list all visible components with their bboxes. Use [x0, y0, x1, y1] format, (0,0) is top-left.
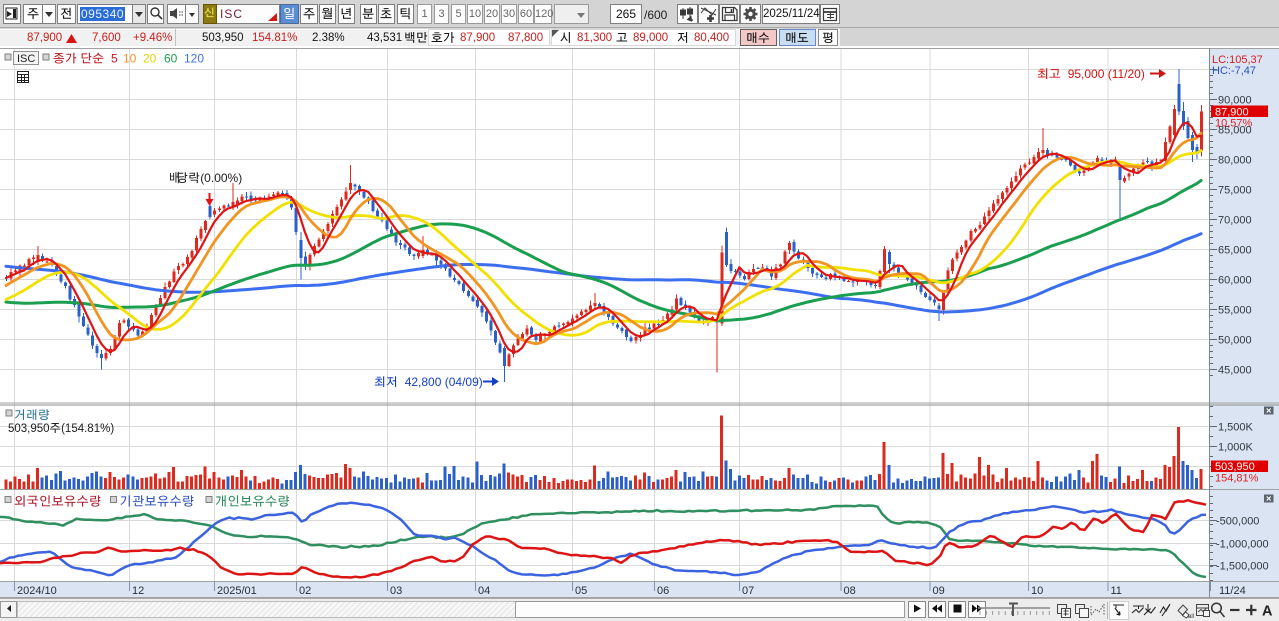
svg-text:80,000: 80,000	[1218, 155, 1252, 167]
svg-text:95,000 (11/20): 95,000 (11/20)	[1068, 67, 1145, 81]
svg-text:20: 20	[143, 52, 157, 66]
svg-text:02: 02	[299, 585, 311, 597]
svg-text:ISC: ISC	[17, 53, 35, 65]
svg-text:42,800 (04/09): 42,800 (04/09)	[405, 375, 483, 389]
svg-text:90,000: 90,000	[1218, 95, 1252, 107]
svg-text:503,950: 503,950	[8, 423, 50, 435]
svg-text:10: 10	[1031, 585, 1043, 597]
svg-text:10,57%: 10,57%	[1215, 118, 1253, 130]
svg-text:-1,500,000: -1,500,000	[1216, 561, 1269, 573]
svg-text:08: 08	[844, 585, 856, 597]
svg-text:ISC: ISC	[220, 7, 243, 21]
svg-text:45,000: 45,000	[1218, 365, 1252, 377]
svg-text:5: 5	[111, 52, 118, 66]
svg-text:06: 06	[657, 585, 669, 597]
svg-text:11/24: 11/24	[1219, 585, 1246, 597]
svg-text:05: 05	[575, 585, 587, 597]
svg-text:-500,000: -500,000	[1216, 516, 1259, 528]
svg-text:65,000: 65,000	[1218, 245, 1252, 257]
svg-text:55,000: 55,000	[1218, 305, 1252, 317]
svg-text:120: 120	[184, 52, 204, 66]
svg-text:all: all	[1188, 614, 1194, 620]
svg-text:(0.00%): (0.00%)	[200, 171, 242, 185]
svg-text:10: 10	[123, 52, 137, 66]
svg-text:154,81%: 154,81%	[1215, 473, 1259, 485]
svg-text:503,950: 503,950	[1215, 461, 1255, 473]
svg-text:60,000: 60,000	[1218, 275, 1252, 287]
svg-text:11: 11	[1111, 585, 1122, 597]
svg-text:70,000: 70,000	[1218, 215, 1252, 227]
svg-text:09: 09	[933, 585, 945, 597]
svg-text:50,000: 50,000	[1218, 335, 1252, 347]
svg-text:03: 03	[390, 585, 402, 597]
svg-text:1,000K: 1,000K	[1218, 442, 1254, 454]
svg-text:60: 60	[164, 52, 178, 66]
svg-text:07: 07	[742, 585, 754, 597]
svg-text:04: 04	[478, 585, 490, 597]
svg-text:(154.81%): (154.81%)	[61, 423, 114, 435]
svg-text:75,000: 75,000	[1218, 185, 1252, 197]
svg-text:2025/01: 2025/01	[217, 585, 257, 597]
svg-text:12: 12	[132, 585, 144, 597]
svg-text:A: A	[1262, 604, 1273, 620]
svg-text:-1,000,000: -1,000,000	[1216, 539, 1269, 551]
svg-text:2024/10: 2024/10	[17, 585, 57, 597]
svg-text:1,500K: 1,500K	[1218, 422, 1254, 434]
svg-text:HC:-7,47: HC:-7,47	[1212, 65, 1256, 77]
